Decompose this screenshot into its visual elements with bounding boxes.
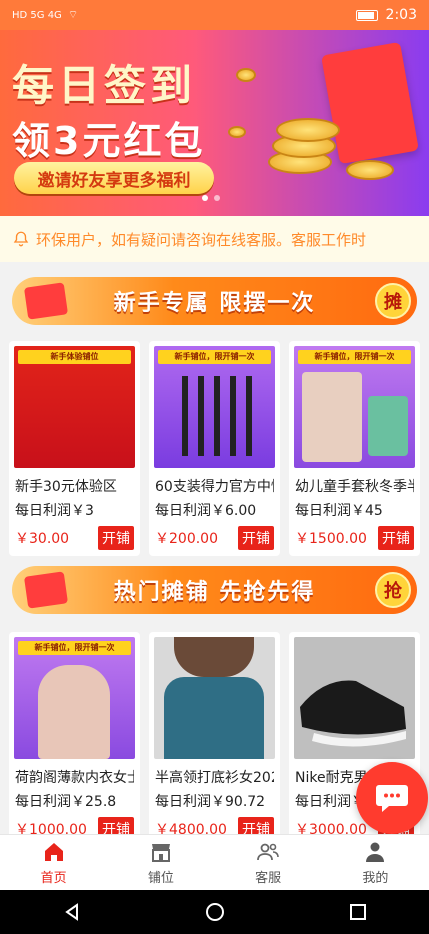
section-title-new: 新手专属 限摆一次 (113, 291, 316, 316)
tab-service[interactable]: 客服 (215, 835, 322, 890)
product-profit: 每日利润￥90.72 (155, 794, 266, 810)
notice-text: 环保用户，如有疑问请咨询在线客服。客服工作时 (36, 230, 367, 249)
battery-icon (355, 9, 378, 21)
tab-label: 我的 (362, 870, 389, 886)
coin-image (236, 68, 256, 82)
open-shop-button[interactable]: 开铺 (378, 526, 414, 550)
coin-image (346, 160, 394, 180)
section-badge-new: 摊 (375, 283, 411, 319)
product-image (294, 637, 415, 759)
tab-stalls[interactable]: 铺位 (107, 835, 214, 890)
product-tag: 新手铺位，限开铺一次 (18, 641, 131, 655)
notice-bar[interactable]: 环保用户，如有疑问请咨询在线客服。客服工作时 (0, 216, 429, 262)
product-image: 新手铺位，限开铺一次 (294, 346, 415, 468)
tab-home[interactable]: 首页 (0, 835, 107, 890)
product-profit: 每日利润￥3 (15, 503, 94, 519)
product-image: 新手铺位，限开铺一次 (154, 346, 275, 468)
bell-icon (13, 231, 29, 247)
product-card[interactable]: 新手铺位，限开铺一次 60支装得力官方中性笔 每日利润￥6.00 ￥200.00… (149, 341, 280, 556)
pens-image (182, 376, 252, 456)
product-card[interactable]: 半高领打底衫女2021 每日利润￥90.72 ￥4800.00 开铺 (149, 632, 280, 847)
product-name: 新手30元体验区 (15, 479, 117, 495)
product-image: 新手体验铺位 (14, 346, 135, 468)
shoes-image (300, 680, 406, 747)
product-card[interactable]: 新手体验铺位 新手30元体验区 每日利润￥3 ￥30.00 开铺 (9, 341, 140, 556)
status-bar: HD 5G 4G ⌔ 2:03 (0, 0, 429, 30)
system-nav-bar (0, 890, 429, 934)
section-title-hot: 热门摊铺 先抢先得 (113, 580, 316, 605)
product-name: 幼儿童手套秋冬季半指 (295, 479, 414, 495)
product-price: ￥1500.00 (295, 531, 367, 547)
product-card[interactable]: 新手铺位，限开铺一次 幼儿童手套秋冬季半指 每日利润￥45 ￥1500.00 开… (289, 341, 420, 556)
product-image: 新手铺位，限开铺一次 (14, 637, 135, 759)
tab-label: 首页 (40, 870, 67, 886)
section-banner-hot: 热门摊铺 先抢先得 抢 (12, 566, 417, 614)
recents-icon[interactable] (348, 902, 368, 922)
product-profit: 每日利润￥45 (295, 503, 383, 519)
carousel-dot[interactable] (214, 195, 220, 201)
home-icon (44, 842, 63, 861)
coin-image (276, 118, 340, 142)
product-name: 半高领打底衫女2021 (155, 770, 274, 786)
product-price: ￥30.00 (15, 531, 70, 547)
product-price: ￥200.00 (155, 531, 218, 547)
back-icon[interactable] (62, 902, 82, 922)
store-icon (151, 843, 170, 862)
chat-bubble-icon (376, 785, 408, 812)
product-name: 60支装得力官方中性笔 (155, 479, 274, 495)
banner-subtitle: 领3元红包 (12, 119, 206, 163)
bottom-tab-bar: 首页 铺位 客服 我的 (0, 834, 429, 890)
product-grid-hot: 新手铺位，限开铺一次 荷韵阁薄款内衣女士 每日利润￥25.8 ￥1000.00 … (9, 632, 420, 847)
chat-fab-button[interactable] (356, 762, 428, 834)
status-time: 2:03 (385, 7, 417, 23)
open-shop-button[interactable]: 开铺 (238, 526, 274, 550)
product-tag: 新手体验铺位 (18, 350, 131, 364)
carousel-dots (202, 195, 220, 201)
gift-icon (23, 571, 69, 609)
home-circle-icon[interactable] (205, 902, 225, 922)
signal-icons: HD 5G 4G (12, 9, 62, 21)
section-badge-hot: 抢 (375, 572, 411, 608)
tab-label: 铺位 (147, 870, 174, 886)
checkin-banner[interactable]: 每日签到 领3元红包 邀请好友享更多福利 (0, 30, 429, 216)
product-name: 荷韵阁薄款内衣女士 (15, 770, 134, 786)
product-image (154, 637, 275, 759)
user-icon (366, 842, 385, 862)
product-card[interactable]: 新手铺位，限开铺一次 荷韵阁薄款内衣女士 每日利润￥25.8 ￥1000.00 … (9, 632, 140, 847)
section-banner-new: 新手专属 限摆一次 摊 (12, 277, 417, 325)
tab-label: 客服 (255, 870, 282, 886)
product-tag: 新手铺位，限开铺一次 (298, 350, 411, 364)
open-shop-button[interactable]: 开铺 (98, 526, 134, 550)
wifi-icon: ⌔ (67, 8, 79, 21)
people-icon (257, 843, 279, 860)
product-profit: 每日利润￥6.00 (155, 503, 257, 519)
product-profit: 每日利润￥25.8 (15, 794, 117, 810)
banner-title: 每日签到 (12, 61, 197, 110)
tab-profile[interactable]: 我的 (322, 835, 429, 890)
invite-button[interactable]: 邀请好友享更多福利 (14, 162, 214, 194)
coin-image (228, 126, 246, 138)
carousel-dot[interactable] (202, 195, 208, 201)
status-indicators: HD 5G 4G ⌔ (12, 8, 78, 22)
gift-icon (23, 282, 69, 320)
product-grid-new: 新手体验铺位 新手30元体验区 每日利润￥3 ￥30.00 开铺 新手铺位，限开… (9, 341, 420, 556)
